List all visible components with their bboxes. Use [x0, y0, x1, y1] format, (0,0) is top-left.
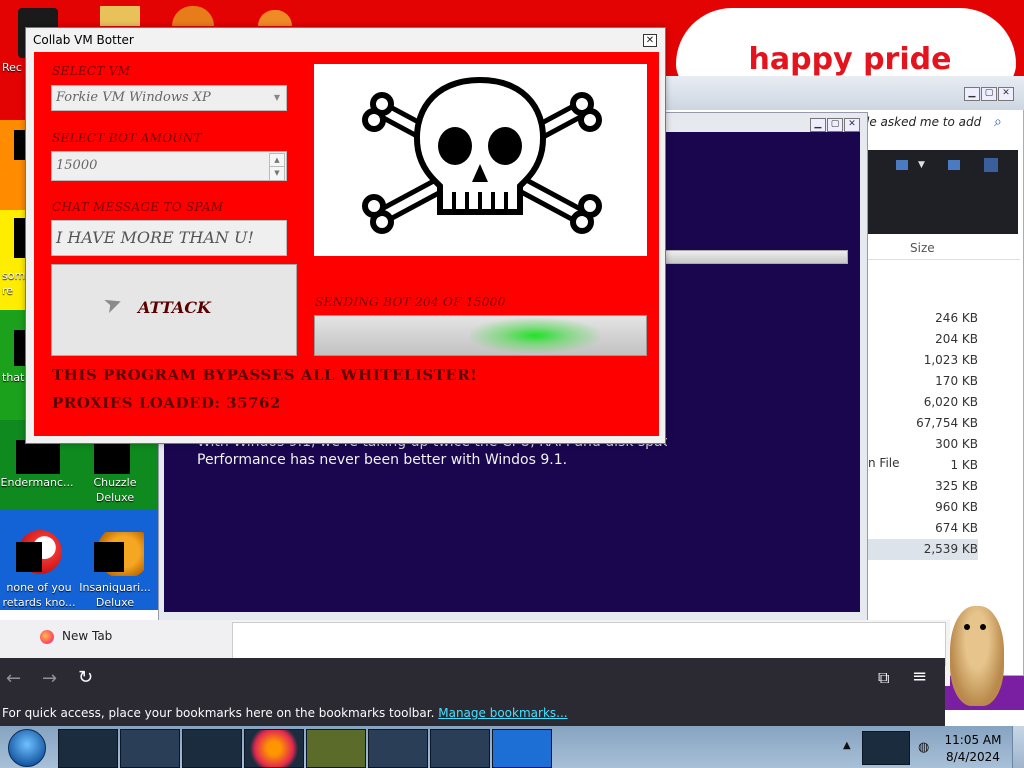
taskbar-firefox-icon[interactable]: [244, 729, 304, 768]
minimize-button[interactable]: ▁: [810, 118, 826, 132]
browser-nav-bar: ← → ↻ ⧉ ≡: [0, 658, 945, 700]
start-button[interactable]: [8, 729, 46, 767]
presentation-text-line: Performance has never been better with W…: [197, 452, 568, 468]
taskbar-windows-icon[interactable]: [492, 729, 552, 768]
taskbar-media-icon[interactable]: [120, 729, 180, 768]
taskbar-app[interactable]: [430, 729, 490, 768]
help-icon[interactable]: [984, 158, 998, 172]
bypass-text: THIS PROGRAM BYPASSES ALL WHITELISTER!: [52, 366, 478, 384]
taskbar-game-icon[interactable]: [306, 729, 366, 768]
view-icon[interactable]: [948, 160, 960, 170]
list-item[interactable]: 246 KB: [868, 308, 978, 329]
list-item[interactable]: 325 KB: [868, 476, 978, 497]
bot-amount-value: 15000: [56, 158, 98, 173]
view-icon[interactable]: [896, 160, 908, 170]
chat-message-label: CHAT MESSAGE TO SPAM: [52, 200, 224, 214]
back-icon[interactable]: ←: [6, 668, 21, 689]
close-button[interactable]: ✕: [844, 118, 860, 132]
hamster-image: [946, 606, 1004, 706]
search-icon[interactable]: ⌕: [994, 114, 1002, 130]
chevron-down-icon: ▼: [273, 93, 280, 102]
extensions-icon[interactable]: ⧉: [878, 668, 889, 688]
proxies-text: PROXIES LOADED: 35762: [52, 394, 281, 412]
list-item[interactable]: 170 KB: [868, 371, 978, 392]
skull-crossbones-icon: [362, 76, 602, 234]
size-column-header[interactable]: Size: [868, 236, 1020, 260]
browser-tab-bar: [0, 620, 232, 660]
stepper-down-icon[interactable]: ▼: [269, 166, 285, 181]
explorer-toolbar: ▼: [868, 150, 1018, 234]
maximize-button[interactable]: ▢: [827, 118, 843, 132]
show-desktop-button[interactable]: [1012, 726, 1024, 768]
bookmarks-hint: For quick access, place your bookmarks h…: [2, 706, 435, 720]
list-item[interactable]: 674 KB: [868, 518, 978, 539]
select-vm-value: Forkie VM Windows XP: [56, 90, 211, 105]
bookmarks-bar: For quick access, place your bookmarks h…: [0, 700, 945, 726]
desktop-icon-label-insaniquarium[interactable]: Insaniquari... Deluxe: [78, 580, 152, 610]
tray-expand-icon[interactable]: ▲: [843, 740, 851, 751]
list-item[interactable]: 67,754 KB: [868, 413, 978, 434]
bot-amount-label: SELECT BOT AMOUNT: [52, 131, 202, 145]
presentation-progress-bar: [658, 250, 848, 264]
progress-text: SENDING BOT 204 OF 15000: [315, 295, 506, 309]
manage-bookmarks-link[interactable]: Manage bookmarks...: [438, 706, 567, 720]
reload-icon[interactable]: ↻: [78, 667, 93, 688]
maximize-button[interactable]: ▢: [981, 87, 997, 101]
taskbar-app[interactable]: [368, 729, 428, 768]
skull-image: [314, 64, 647, 256]
list-item[interactable]: 300 KB: [868, 434, 978, 455]
list-item-selected[interactable]: 2,539 KB: [868, 539, 978, 560]
list-item[interactable]: 1,023 KB: [868, 350, 978, 371]
endermanc-icon[interactable]: [16, 440, 60, 474]
chuzzle-icon[interactable]: [94, 440, 130, 474]
forward-icon[interactable]: →: [42, 668, 57, 689]
taskbar-app[interactable]: [182, 729, 242, 768]
taskbar-app[interactable]: [58, 729, 118, 768]
list-item[interactable]: 1 KB: [868, 455, 978, 476]
desktop-icon-label-none-of-you[interactable]: none of you retards kno...: [2, 580, 76, 610]
tray-app-icon[interactable]: [862, 731, 910, 765]
minimize-button[interactable]: ▁: [964, 87, 980, 101]
progress-bar-fill: [470, 318, 600, 353]
attack-button-label: ATTACK: [138, 298, 211, 317]
firefox-icon: [40, 630, 54, 644]
list-item[interactable]: 6,020 KB: [868, 392, 978, 413]
list-item[interactable]: 960 KB: [868, 497, 978, 518]
chevron-down-icon[interactable]: ▼: [918, 160, 925, 170]
chat-message-input[interactable]: I HAVE MORE THAN U!: [51, 220, 287, 256]
folder-icon[interactable]: [100, 6, 140, 26]
list-item[interactable]: 204 KB: [868, 329, 978, 350]
select-vm-label: SELECT VM: [52, 64, 131, 78]
close-button[interactable]: ✕: [998, 87, 1014, 101]
window-title: Collab VM Botter: [33, 33, 134, 47]
desktop-icon-label-endermanc[interactable]: Endermanc...: [0, 475, 74, 490]
menu-icon[interactable]: ≡: [912, 666, 927, 687]
desktop-icon-square: [94, 542, 124, 572]
close-button[interactable]: ✕: [643, 34, 657, 47]
bot-amount-stepper[interactable]: 15000 ▲ ▼: [51, 151, 287, 181]
desktop-icon-label-chuzzle[interactable]: Chuzzle Deluxe: [78, 475, 152, 505]
clock-date[interactable]: 8/4/2024: [942, 750, 1004, 764]
clock-time[interactable]: 11:05 AM: [942, 733, 1004, 747]
tray-network-icon[interactable]: ◍: [918, 740, 929, 755]
select-vm-dropdown[interactable]: Forkie VM Windows XP ▼: [51, 85, 287, 111]
browser-tab[interactable]: New Tab: [62, 629, 112, 643]
desktop-icon-square: [16, 542, 42, 572]
